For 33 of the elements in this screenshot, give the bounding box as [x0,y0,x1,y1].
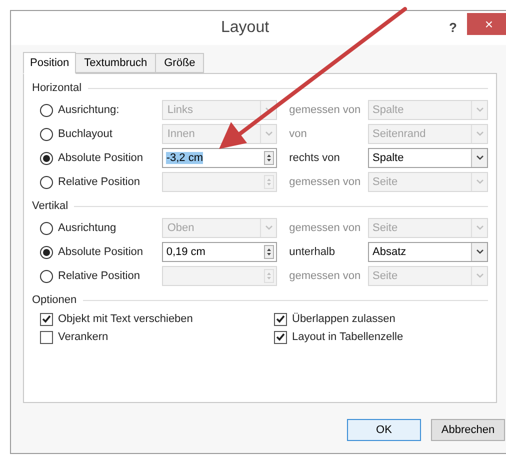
tab[interactable]: Größe [156,53,204,73]
tab[interactable]: Position [23,52,76,74]
window-title: Layout [221,18,270,38]
checkmark-icon [276,315,285,323]
dialog-button[interactable]: OK [347,419,421,441]
checkbox-option[interactable]: Überlappen zulassen [274,312,488,326]
checkbox-option[interactable]: Verankern [40,330,274,344]
field-label: gemessen von [289,220,362,236]
spin-field[interactable]: -3,2 cm [162,148,278,168]
tab[interactable]: Textumbruch [76,53,156,73]
field-label: gemessen von [289,102,362,118]
section-heading: Optionen [32,292,77,308]
help-button[interactable]: ? [449,18,457,38]
radio-option[interactable]: Absolute Position [32,244,162,260]
field-label: gemessen von [289,268,362,284]
dropdown-field[interactable]: Spalte [368,148,488,168]
field-label: gemessen von [289,174,362,190]
field-label: unterhalb [289,244,336,260]
field-label: von [289,126,308,142]
spinner-arrows-icon[interactable] [264,151,274,165]
spinner-arrows-icon[interactable] [264,245,274,259]
checkmark-icon [42,315,51,323]
close-button[interactable]: × [467,13,506,35]
dropdown-field[interactable]: Absatz [368,242,488,262]
spin-field[interactable]: 0,19 cm [162,242,278,262]
section-heading: Horizontal [32,80,82,96]
checkbox-option[interactable]: Layout in Tabellenzelle [274,330,488,344]
radio-option[interactable]: Absolute Position [32,150,162,166]
checkbox-option[interactable]: Objekt mit Text verschieben [40,312,274,326]
section-heading: Vertikal [32,198,68,214]
dialog-button[interactable]: Abbrechen [431,419,505,441]
field-label: rechts von [289,150,341,166]
checkmark-icon [276,333,285,341]
